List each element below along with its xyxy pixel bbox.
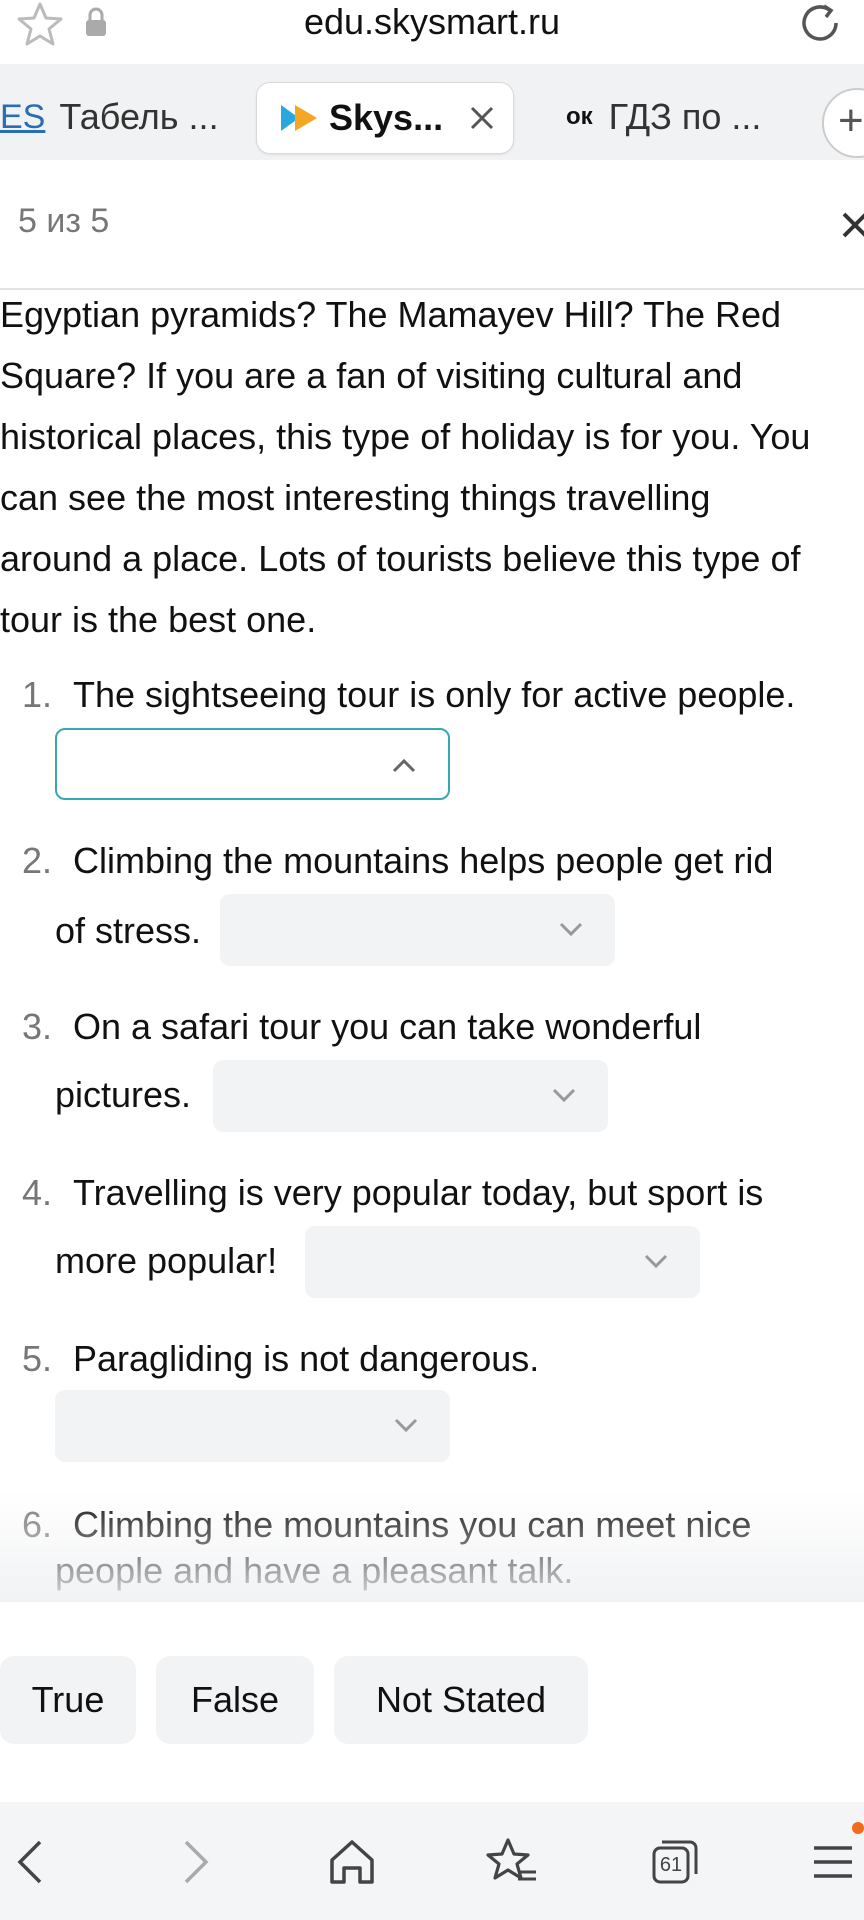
question-text: Climbing the mountains you can meet nice [73, 1504, 752, 1545]
tab-strip: ES Табель ... Skys... ок ГДЗ по ... + [0, 64, 864, 160]
back-icon[interactable] [4, 1834, 60, 1890]
question-text: Travelling is very popular today, but sp… [73, 1172, 764, 1213]
reload-icon[interactable] [796, 0, 846, 46]
exercise-header: 5 из 5 [0, 160, 864, 290]
ok-favicon-icon: ок [566, 103, 593, 130]
home-icon[interactable] [324, 1834, 380, 1890]
es-favicon-icon: ES [0, 97, 46, 136]
passage-line: Egyptian pyramids? The Mamayev Hill? The… [0, 294, 782, 335]
question-number: 4. [22, 1172, 53, 1213]
close-tab-icon[interactable] [467, 103, 497, 133]
chevron-up-icon [392, 758, 416, 773]
question-text-cont: people and have a pleasant talk. [55, 1550, 574, 1591]
tab-skysmart[interactable]: Skys... [256, 82, 514, 154]
question-number: 3. [22, 1006, 53, 1047]
chevron-down-icon [644, 1254, 668, 1269]
answer-dropdown-4[interactable] [305, 1226, 700, 1298]
question-text: On a safari tour you can take wonderful [73, 1006, 702, 1047]
chevron-down-icon [552, 1088, 576, 1103]
passage-line: Square? If you are a fan of visiting cul… [0, 355, 743, 396]
question-number: 5. [22, 1338, 53, 1379]
answer-dropdown-2[interactable] [220, 894, 615, 966]
answer-options: True False Not Stated [0, 1602, 864, 1802]
chevron-down-icon [559, 922, 583, 937]
notification-dot [852, 1822, 864, 1834]
new-tab-button[interactable]: + [822, 88, 864, 158]
tab-tabel[interactable]: ES Табель ... [0, 82, 240, 152]
tabs-count: 61 [659, 1854, 683, 1876]
browser-nav-bar: 61 [0, 1802, 864, 1920]
reading-passage: Egyptian pyramids? The Mamayev Hill? The… [0, 284, 864, 650]
tab-label: Табель ... [59, 96, 219, 137]
option-false[interactable]: False [156, 1656, 314, 1744]
question-text-cont: pictures. [55, 1074, 192, 1115]
address-bar: edu.skysmart.ru [0, 0, 864, 64]
plus-icon: + [838, 96, 864, 145]
question-text: The sightseeing tour is only for active … [73, 674, 796, 715]
skysmart-favicon-icon [281, 105, 317, 131]
question-text-cont: more popular! [55, 1240, 278, 1281]
exercise-counter: 5 из 5 [18, 202, 110, 240]
close-exercise-icon[interactable] [840, 210, 864, 240]
question-text: Paragliding is not dangerous. [73, 1338, 540, 1379]
answer-dropdown-3[interactable] [213, 1060, 608, 1132]
forward-icon[interactable] [166, 1834, 222, 1890]
passage-line: tour is the best one. [0, 599, 317, 640]
chevron-down-icon [394, 1418, 418, 1433]
tab-label: Skys... [329, 97, 444, 138]
passage-line: historical places, this type of holiday … [0, 416, 811, 457]
option-true[interactable]: True [0, 1656, 136, 1744]
tabs-counter-icon[interactable]: 61 [646, 1834, 702, 1890]
bookmarks-icon[interactable] [484, 1834, 540, 1890]
tab-label: ГДЗ по ... [608, 96, 762, 137]
tab-gdz[interactable]: ок ГДЗ по ... [566, 82, 786, 152]
url-text[interactable]: edu.skysmart.ru [0, 0, 864, 44]
answer-dropdown-5[interactable] [55, 1390, 450, 1462]
menu-icon[interactable] [808, 1834, 864, 1890]
question-number: 2. [22, 840, 53, 881]
passage-line: around a place. Lots of tourists believe… [0, 538, 801, 579]
question-number: 6. [22, 1504, 53, 1545]
question-text-cont: of stress. [55, 910, 202, 951]
option-not-stated[interactable]: Not Stated [334, 1656, 588, 1744]
passage-line: can see the most interesting things trav… [0, 477, 711, 518]
answer-dropdown-1[interactable] [55, 728, 450, 800]
question-text: Climbing the mountains helps people get … [73, 840, 774, 881]
question-number: 1. [22, 674, 53, 715]
